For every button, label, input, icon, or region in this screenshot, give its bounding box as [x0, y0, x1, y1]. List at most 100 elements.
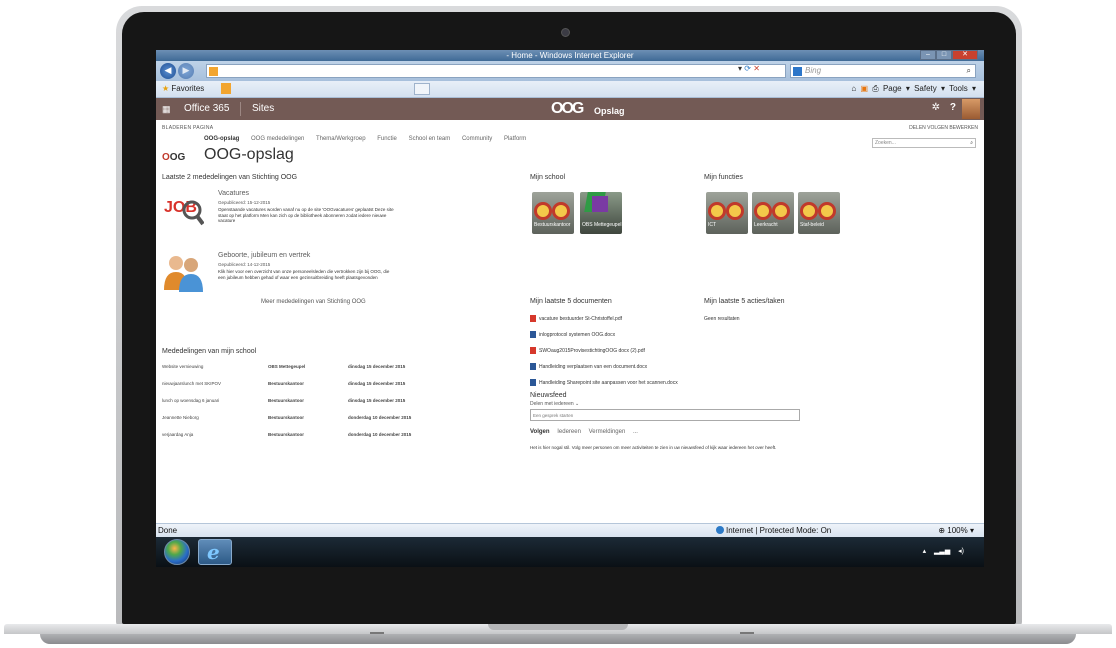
oog-logo: OOG	[551, 100, 584, 117]
news-date: dinsdag 15 december 2015	[348, 364, 406, 369]
taskbar: e ▴ ▂▃▅ ◂)	[156, 537, 984, 567]
home-icon[interactable]: ⌂	[851, 84, 856, 93]
more-announcements-link[interactable]: Meer mededelingen van Stichting OOG	[261, 299, 366, 305]
back-button[interactable]: ◀	[160, 63, 176, 79]
site-header: OOG OOG-opslag OOG mededelingen Thema/We…	[156, 134, 984, 170]
avatar[interactable]	[962, 99, 980, 119]
list-item[interactable]: Handleiding verplaatsen van een document…	[530, 363, 678, 380]
refresh-icon[interactable]: ⟳	[744, 64, 751, 73]
announcement-item[interactable]: JOB Vacatures Gepubliceerd: 15-12-2015 O…	[162, 190, 394, 230]
news-title[interactable]: Website vernieuwing	[162, 364, 203, 369]
base-bottom	[40, 634, 1076, 644]
list-item[interactable]: SWOaug2015ProvisestichtingOOG docx (2).p…	[530, 347, 678, 364]
site-logo[interactable]: OOG	[162, 152, 185, 163]
print-icon[interactable]: ⎙	[872, 84, 878, 93]
table-row[interactable]: lunch op woensdag 6 januari Bestuurskant…	[162, 398, 442, 415]
search-icon[interactable]: ⌕	[967, 65, 971, 77]
school-tile[interactable]: Bestuurskantoor	[532, 192, 574, 234]
announcement-item[interactable]: Geboorte, jubileum en vertrek Gepublicee…	[162, 252, 389, 292]
news-title[interactable]: Jeannette Nieborg	[162, 415, 199, 420]
news-school: Bestuurskantoor	[268, 381, 305, 386]
table-row[interactable]: Jeannette Nieborg Bestuurskantoor donder…	[162, 415, 442, 432]
document-name[interactable]: inlogprotocol systemen OOG.docx	[539, 332, 615, 338]
feeds-icon[interactable]: ▣	[861, 84, 869, 93]
announcement-title[interactable]: Vacatures	[218, 190, 249, 197]
news-date: dinsdag 15 december 2015	[348, 381, 406, 386]
document-name[interactable]: Handleiding verplaatsen van een document…	[539, 364, 647, 370]
newsfeed-post-input[interactable]: Een gesprek starten	[530, 409, 800, 421]
close-button[interactable]: ✕	[952, 50, 978, 60]
new-tab-button[interactable]	[414, 83, 430, 95]
nav-item[interactable]: OOG mededelingen	[251, 136, 304, 142]
site-search-input[interactable]: Zoeken... ⌕	[872, 138, 976, 148]
sites-link[interactable]: Sites	[252, 103, 274, 114]
announcement-title[interactable]: Geboorte, jubileum en vertrek	[218, 252, 310, 259]
table-row[interactable]: nieuwjaarslunch met SKIPOV Bestuurskanto…	[162, 381, 442, 398]
news-date: dinsdag 15 december 2015	[348, 398, 406, 403]
site-favicon-icon	[209, 67, 218, 76]
maximize-button[interactable]: □	[936, 50, 952, 60]
address-bar[interactable]	[206, 64, 786, 78]
list-item[interactable]: inlogprotocol systemen OOG.docx	[530, 331, 678, 348]
table-row[interactable]: verjaardag Anja Bestuurskantoor donderda…	[162, 432, 442, 449]
taskbar-ie-button[interactable]: e	[198, 539, 232, 565]
news-school: Bestuurskantoor	[268, 415, 305, 420]
tab-favicon-icon[interactable]	[221, 83, 231, 94]
more-options-button[interactable]: ...	[633, 429, 638, 435]
oog-logo-subtitle: Opslag	[594, 106, 625, 116]
stop-icon[interactable]: ✕	[753, 64, 760, 73]
tab-mentions[interactable]: Vermeldingen	[589, 429, 626, 435]
nav-item[interactable]: Functie	[377, 136, 397, 142]
nav-item[interactable]: Thema/Werkgroep	[316, 136, 366, 142]
function-tile[interactable]: Leerkracht	[752, 192, 794, 234]
document-name[interactable]: vacature bestuurder St-Christoffel.pdf	[539, 316, 622, 322]
nav-item[interactable]: Community	[462, 136, 492, 142]
news-title[interactable]: verjaardag Anja	[162, 432, 193, 437]
command-bar[interactable]: ⌂ ▣ ⎙ Page ▾ Safety ▾ Tools ▾	[851, 84, 976, 94]
news-title[interactable]: nieuwjaarslunch met SKIPOV	[162, 381, 221, 386]
system-tray[interactable]: ▴ ▂▃▅ ◂)	[923, 547, 964, 555]
ribbon: BLADEREN PAGINA DELEN VOLGEN BEWERKEN	[156, 120, 984, 134]
zoom-control[interactable]: ⊕ 100% ▾	[938, 526, 974, 535]
function-tile[interactable]: ICT	[706, 192, 748, 234]
word-icon	[530, 363, 536, 370]
minimize-button[interactable]: –	[920, 50, 936, 60]
tile-label: Bestuurskantoor	[534, 222, 571, 228]
command-bar-menus[interactable]: Page ▾ Safety ▾ Tools ▾	[883, 84, 976, 93]
window-title: - Home - Windows Internet Explorer	[506, 51, 634, 60]
share-scope-dropdown[interactable]: Delen met iedereen ⌄	[530, 401, 806, 407]
ribbon-tabs[interactable]: BLADEREN PAGINA	[162, 125, 213, 131]
help-icon[interactable]: ?	[950, 102, 956, 113]
newsfeed-heading: Nieuwsfeed	[530, 392, 567, 399]
nav-item[interactable]: School en team	[409, 136, 451, 142]
globe-icon	[716, 526, 724, 534]
table-row[interactable]: Website vernieuwing OBS Mettegeupel dins…	[162, 364, 442, 381]
gear-icon[interactable]: ✲	[932, 102, 940, 113]
search-input[interactable]: Bing ⌕	[790, 64, 976, 78]
rubber-foot	[740, 632, 754, 634]
suite-title[interactable]: Office 365	[184, 103, 229, 114]
list-item[interactable]: vacature bestuurder St-Christoffel.pdf	[530, 315, 678, 332]
tile-label: ICT	[708, 222, 717, 228]
document-name[interactable]: Handleiding Sharepoint site aanpassen vo…	[539, 380, 678, 386]
nav-item[interactable]: Platform	[504, 136, 526, 142]
tab-everyone[interactable]: Iedereen	[557, 429, 581, 435]
app-launcher-icon[interactable]: ▦	[162, 104, 171, 115]
news-title[interactable]: lunch op woensdag 6 januari	[162, 398, 219, 403]
forward-button[interactable]: ▶	[178, 63, 194, 79]
dropdown-icon[interactable]: ▾	[738, 64, 742, 73]
tab-following[interactable]: Volgen	[530, 429, 550, 435]
favorites-button[interactable]: ★ Favorites	[162, 84, 204, 93]
laptop-mockup: - Home - Windows Internet Explorer – □ ✕…	[0, 0, 1116, 648]
security-zone[interactable]: Internet | Protected Mode: On	[716, 526, 831, 535]
security-zone-label: Internet | Protected Mode: On	[726, 526, 832, 535]
document-name[interactable]: SWOaug2015ProvisestichtingOOG docx (2).p…	[539, 348, 645, 354]
start-button[interactable]	[164, 539, 190, 565]
school-news-table: Website vernieuwing OBS Mettegeupel dins…	[162, 364, 442, 449]
nav-item[interactable]: OOG-opslag	[204, 136, 239, 142]
school-tile[interactable]: OBS Mettegeupel	[580, 192, 622, 234]
announcement-body: Openstaande vacatures worden vanaf nu op…	[218, 207, 394, 223]
search-icon[interactable]: ⌕	[970, 139, 973, 148]
ribbon-actions[interactable]: DELEN VOLGEN BEWERKEN	[909, 125, 978, 131]
function-tile[interactable]: Staf-beleid	[798, 192, 840, 234]
